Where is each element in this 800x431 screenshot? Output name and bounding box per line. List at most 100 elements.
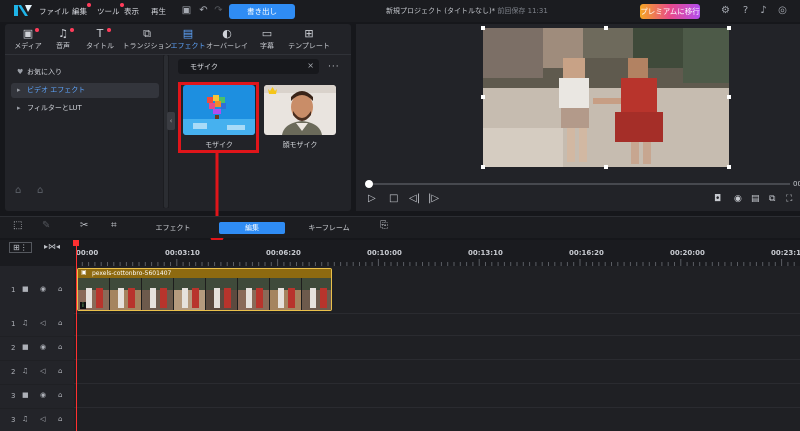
clip-thumbnail-person [288,288,295,308]
timeline-ruler[interactable]: ⊞⋮ ▸⋈◂ 00:00 00:03:10 00:06:20 00:10:00 … [0,240,800,266]
video-clip[interactable]: ▣ pexels-cottonbro-5601407 i [77,268,332,311]
track-header: 3 ■ ◉ ⌂ [0,385,74,408]
transform-handle[interactable] [604,165,608,169]
undo-icon[interactable]: ↶ [197,4,210,17]
clip-thumbnail-person [160,288,167,308]
clip-header: ▣ pexels-cottonbro-5601407 [78,269,331,278]
lock-icon[interactable]: ⌂ [58,343,62,351]
snapshot-icon[interactable]: ◘ [714,194,721,204]
transform-handle[interactable] [727,165,731,169]
snap-icon[interactable]: ▸⋈◂ [44,242,60,251]
export-frame-icon[interactable]: ⎘ [380,220,388,231]
track-number: 3 [11,416,16,424]
transform-handle[interactable] [604,26,608,30]
menu-edit[interactable]: 編集 [72,3,91,17]
clip-thumbnail-sky [206,278,237,290]
lock-icon[interactable]: ⌂ [58,415,62,423]
clip-thumbnail-person [246,288,252,308]
menu-play[interactable]: 再生 [151,6,166,17]
save-status: 前回保存 11:31 [497,7,548,15]
tab-keyframe-mode[interactable]: キーフレーム [306,222,352,234]
app-logo-icon [14,5,32,16]
library-tabs: ▣ メディア ♫ 音声 T タイトル ⧉ トランジション ▤ エフェクト ◐ オーバーレイ … [5,24,351,54]
audio-meter-icon[interactable]: ◉ [734,194,742,204]
nav-scrollbar[interactable] [163,55,169,208]
premium-upgrade-button[interactable]: プレミアムに移行 [640,4,700,19]
play-icon[interactable]: ▷ [368,193,376,204]
crop-view-icon[interactable]: ⧉ [769,194,775,204]
title-icon: T [96,27,104,40]
settings-panel-icon[interactable]: ▤ [751,194,760,204]
tab-title[interactable]: T タイトル [77,27,123,53]
clear-search-icon[interactable]: × [307,61,314,70]
select-tool-icon[interactable]: ⬚ [13,220,22,231]
timeline-playhead[interactable] [76,240,77,431]
ruler-label: 00:06:20 [266,249,301,257]
crop-icon[interactable]: ⌗ [111,220,117,231]
transform-handle[interactable] [481,165,485,169]
clip-thumbnail-sky [142,278,173,290]
bell-icon[interactable]: ♪ [757,4,770,17]
stop-icon[interactable]: □ [389,193,398,204]
tab-effect-mode[interactable]: エフェクト [148,222,198,234]
eye-icon[interactable]: ◉ [40,391,46,399]
lock-icon[interactable]: ⌂ [58,391,62,399]
lock-icon[interactable]: ⌂ [58,367,62,375]
scrollbar-thumb[interactable] [164,55,168,208]
playhead-handle[interactable] [73,240,79,246]
preview-progress-bar[interactable] [368,183,790,185]
sidebar-item-video-effects[interactable]: ▸ ビデオ エフェクト [11,83,159,98]
sidebar-item-filters-lut[interactable]: ▸ フィルターとLUT [11,101,159,116]
lock-icon[interactable]: ⌂ [58,285,62,293]
clip-thumbnail-person [278,288,284,308]
document-title: 新規プロジェクト (タイトルなし)* 前回保存 11:31 [386,6,548,16]
menu-file[interactable]: ファイル [39,6,69,17]
scissors-icon[interactable]: ✂ [80,220,88,231]
ruler-label: 00:20:00 [670,249,705,257]
notification-dot [35,28,39,32]
eye-icon[interactable]: ◉ [40,285,46,293]
sidebar-item-favorites[interactable]: ♥ お気に入り [11,65,159,80]
account-icon[interactable]: ◎ [776,4,789,17]
ruler-label: 00:03:10 [165,249,200,257]
prev-frame-icon[interactable]: ◁| [409,193,420,204]
transform-handle[interactable] [481,95,485,99]
title-bar: ファイル 編集 ツール 表示 再生 ▣ ↶ ↷ 書き出し 新規プロジェクト (タ… [0,0,800,22]
effect-label-mosaic: モザイク [205,141,233,149]
preview-playhead-knob[interactable] [365,180,373,188]
clip-thumbnail-person [182,288,188,308]
tab-edit-mode[interactable]: 編集 [219,222,285,234]
preview-video[interactable] [483,28,729,167]
remove-tag-icon[interactable]: ⌂ [37,185,43,196]
more-options-icon[interactable]: ··· [328,62,340,72]
collapse-panel-handle[interactable]: ‹ [167,112,175,130]
eye-icon[interactable]: ◉ [40,343,46,351]
notification-dot [70,28,74,32]
redo-icon[interactable]: ↷ [212,4,225,17]
add-track-icon[interactable]: ⊞⋮ [9,242,32,253]
transform-handle[interactable] [727,26,731,30]
export-button[interactable]: 書き出し [229,4,295,19]
layout-icon[interactable]: ▣ [180,4,193,17]
chevron-right-icon: ▸ [17,104,21,112]
ruler-label: 00:13:10 [468,249,503,257]
help-icon[interactable]: ? [739,4,752,17]
menu-tools[interactable]: ツール [97,3,124,17]
menu-view[interactable]: 表示 [124,6,139,17]
volume-icon[interactable]: ◁ [40,415,45,423]
search-input[interactable] [190,61,305,72]
track-header: 2 ♫ ◁ ⌂ [0,361,74,384]
volume-icon[interactable]: ◁ [40,319,45,327]
video-track-icon: ■ [22,285,29,293]
transform-handle[interactable] [727,95,731,99]
ruler-label: 00:23:10 [771,249,800,257]
lock-icon[interactable]: ⌂ [58,319,62,327]
fullscreen-icon[interactable]: ⛶ [786,194,792,204]
transform-handle[interactable] [481,26,485,30]
volume-icon[interactable]: ◁ [40,367,45,375]
tab-template[interactable]: ⊞ テンプレート [281,27,337,53]
next-frame-icon[interactable]: |▷ [428,193,439,204]
add-tag-icon[interactable]: ⌂ [15,185,21,196]
pen-tool-icon[interactable]: ✎ [42,220,50,231]
gear-icon[interactable]: ⚙ [719,4,732,17]
